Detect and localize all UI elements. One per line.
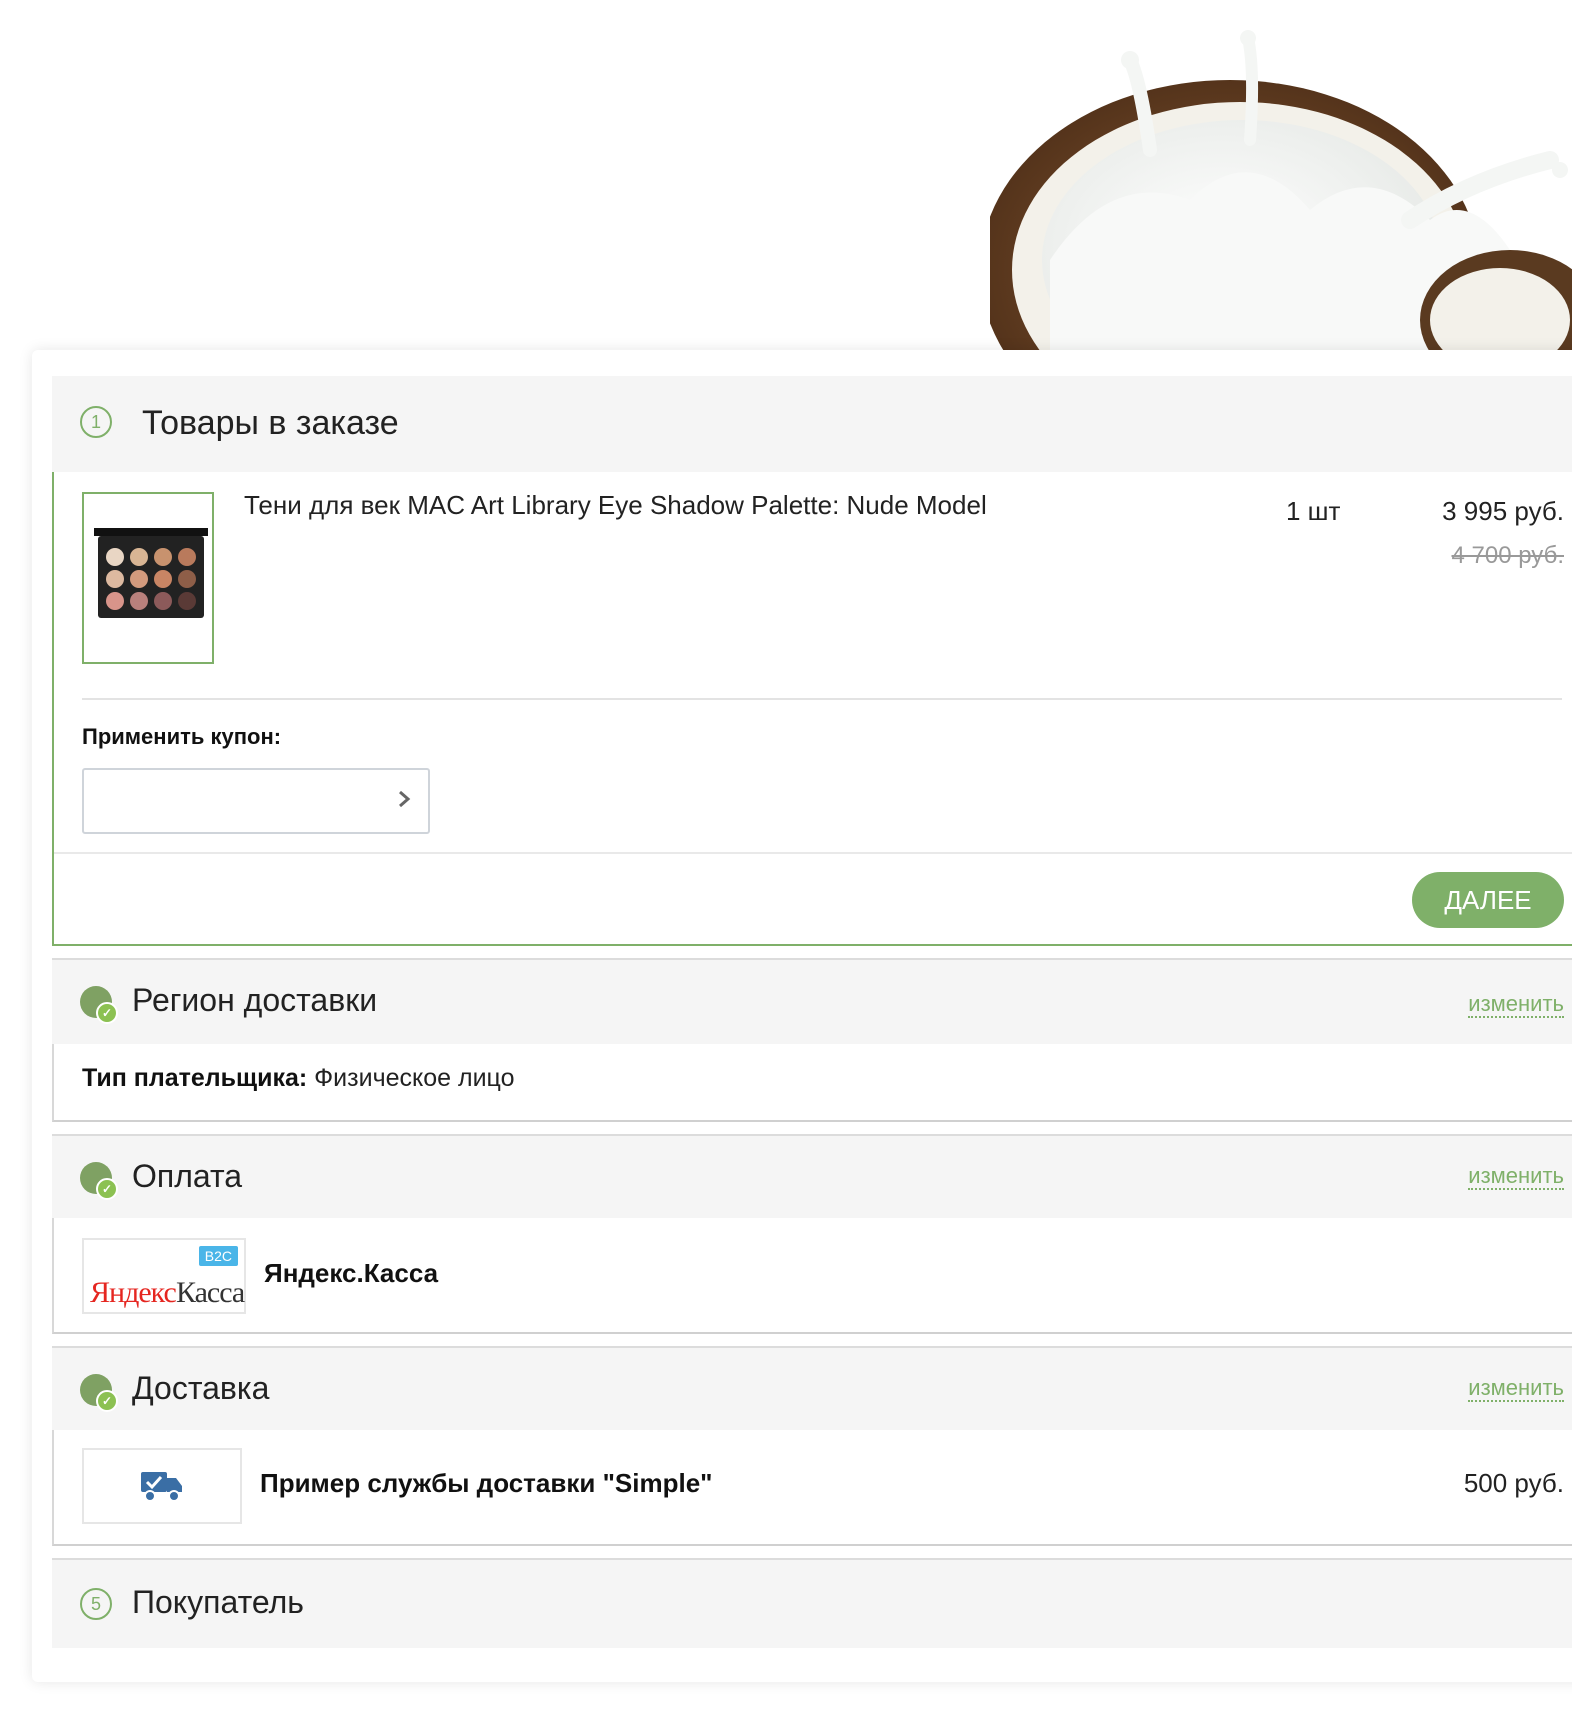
delivery-service-logo[interactable] (82, 1448, 242, 1524)
coupon-label: Применить купон: (82, 724, 282, 749)
yandex-kassa-logo[interactable]: B2C Яндекс Касса (82, 1238, 246, 1314)
section-delivery-body: Пример службы доставки "Simple" 500 руб. (52, 1430, 1572, 1546)
step-number-badge: 5 (80, 1588, 112, 1620)
divider (82, 698, 1562, 700)
section-title: Доставка (132, 1370, 270, 1406)
payer-type-label: Тип плательщика: (82, 1064, 308, 1092)
delivery-price: 500 руб. (1463, 1468, 1564, 1498)
section-order-items-header[interactable]: 1 Товары в заказе (52, 376, 1572, 472)
change-link[interactable]: изменить (1468, 1376, 1564, 1402)
divider (54, 852, 1572, 854)
change-link[interactable]: изменить (1468, 992, 1564, 1018)
section-payment-body: B2C Яндекс Касса Яндекс.Касса (52, 1218, 1572, 1334)
section-title: Покупатель (132, 1584, 304, 1620)
completed-step-icon: ✓ (80, 1374, 118, 1412)
eyeshadow-palette-image (94, 528, 208, 618)
payer-type-value: Физическое лицо (307, 1064, 515, 1092)
change-link[interactable]: изменить (1468, 1164, 1564, 1190)
section-delivery-header[interactable]: ✓ Доставка изменить (52, 1346, 1572, 1432)
step-number-badge: 1 (80, 406, 112, 438)
section-buyer-header[interactable]: 5 Покупатель (52, 1558, 1572, 1648)
coconut-milk-image (990, 20, 1572, 350)
coupon-input[interactable] (82, 768, 430, 834)
completed-step-icon: ✓ (80, 1162, 118, 1200)
payment-method-name[interactable]: Яндекс.Касса (264, 1258, 438, 1289)
section-title: Регион доставки (132, 982, 378, 1018)
logo-text-kassa: Касса (176, 1276, 245, 1309)
next-button[interactable]: ДАЛЕЕ (1412, 872, 1564, 928)
product-thumbnail[interactable] (82, 492, 214, 664)
truck-icon (140, 1468, 184, 1509)
section-order-items-body: Тени для век MAC Art Library Eye Shadow … (52, 472, 1572, 946)
delivery-service-name[interactable]: Пример службы доставки "Simple" (260, 1468, 713, 1499)
logo-badge: B2C (198, 1246, 238, 1266)
logo-text-yandex: Яндекс (90, 1276, 177, 1309)
product-quantity: 1 шт (1286, 496, 1341, 526)
section-title: Товары в заказе (142, 404, 399, 442)
product-price: 3 995 руб. (1442, 496, 1564, 526)
product-old-price: 4 700 руб. (1451, 542, 1565, 569)
completed-step-icon: ✓ (80, 986, 118, 1024)
section-title: Оплата (132, 1158, 243, 1194)
chevron-right-icon[interactable] (396, 784, 414, 819)
product-name[interactable]: Тени для век MAC Art Library Eye Shadow … (244, 490, 987, 521)
section-region-body: Тип плательщика: Физическое лицо (52, 1044, 1572, 1122)
section-payment-header[interactable]: ✓ Оплата изменить (52, 1134, 1572, 1220)
section-region-header[interactable]: ✓ Регион доставки изменить (52, 958, 1572, 1046)
